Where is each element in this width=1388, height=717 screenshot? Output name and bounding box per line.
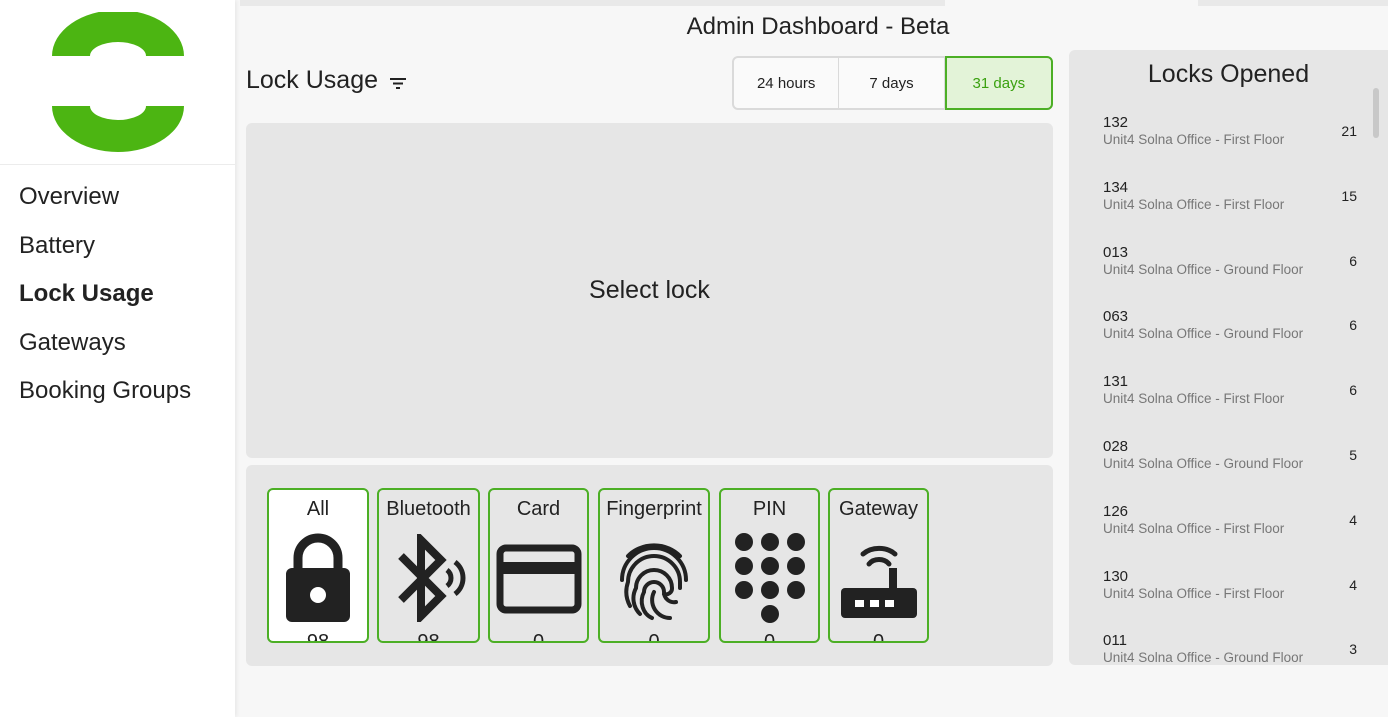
router-icon	[840, 545, 917, 618]
lock-open-count: 3	[1349, 641, 1357, 658]
fingerprint-icon	[620, 543, 688, 620]
list-item[interactable]: 134 Unit4 Solna Office - First Floor 15	[1069, 179, 1388, 245]
lock-location: Unit4 Solna Office - First Floor	[1103, 391, 1285, 407]
method-count: 98	[417, 631, 440, 643]
method-label: All	[306, 498, 330, 520]
method-count: 0	[532, 631, 545, 643]
method-card-all[interactable]: All 98	[267, 488, 369, 643]
section-title: Lock Usage	[246, 66, 379, 94]
method-card-gateway[interactable]: Gateway 0	[828, 488, 929, 643]
method-card-fingerprint[interactable]: Fingerprint 0	[598, 488, 710, 643]
lock-id: 130	[1103, 567, 1129, 585]
method-label: Gateway	[839, 498, 918, 520]
method-count: 98	[306, 631, 330, 643]
locks-opened-list: 132 Unit4 Solna Office - First Floor 21 …	[1069, 115, 1388, 666]
page-title: Admin Dashboard - Beta	[686, 13, 950, 40]
sidebar-item-battery[interactable]: Battery	[0, 226, 235, 275]
method-label: Card	[516, 498, 561, 520]
lock-location: Unit4 Solna Office - Ground Floor	[1103, 650, 1304, 665]
lock-open-count: 4	[1349, 576, 1357, 593]
card-icon	[496, 544, 581, 614]
filter-icon[interactable]	[388, 71, 408, 91]
logo	[0, 0, 235, 165]
lock-location: Unit4 Solna Office - Ground Floor	[1103, 455, 1304, 471]
lock-open-count: 5	[1349, 446, 1357, 463]
lock-open-count: 6	[1349, 317, 1357, 334]
list-item[interactable]: 013 Unit4 Solna Office - Ground Floor 6	[1069, 243, 1388, 310]
lock-id: 131	[1103, 373, 1129, 391]
lock-open-count: 6	[1349, 252, 1357, 269]
brand-logo-icon	[51, 12, 184, 152]
lock-id: 013	[1103, 243, 1129, 261]
unlock-method-panel: All 98 Bluetooth 98 Card 0 Fingerprint 0…	[246, 465, 1053, 666]
lock-id: 063	[1103, 308, 1129, 326]
range-24-hours-button[interactable]: 24 hours	[734, 58, 840, 108]
list-item[interactable]: 011 Unit4 Solna Office - Ground Floor 3	[1069, 633, 1388, 665]
top-strip-right	[1198, 0, 1388, 6]
sidebar-nav: Overview Battery Lock Usage Gateways Boo…	[0, 165, 235, 420]
method-count: 0	[648, 631, 660, 643]
lock-id: 028	[1103, 437, 1129, 455]
sidebar-item-lock-usage[interactable]: Lock Usage	[0, 274, 235, 323]
list-item[interactable]: 130 Unit4 Solna Office - First Floor 4	[1069, 567, 1388, 634]
locks-list-scrollbar[interactable]	[1373, 88, 1379, 138]
bluetooth-icon	[397, 534, 465, 622]
lock-open-count: 4	[1349, 511, 1357, 528]
method-card-bluetooth[interactable]: Bluetooth 98	[377, 488, 480, 643]
list-item[interactable]: 126 Unit4 Solna Office - First Floor 4	[1069, 502, 1388, 569]
lock-location: Unit4 Solna Office - First Floor	[1103, 585, 1285, 601]
method-card-pin[interactable]: PIN 0	[719, 488, 820, 643]
lock-icon	[286, 533, 350, 622]
pin-keypad-icon	[734, 533, 805, 623]
select-lock-placeholder: Select lock	[589, 276, 710, 304]
sidebar: Overview Battery Lock Usage Gateways Boo…	[0, 0, 235, 717]
locks-opened-title: Locks Opened	[1147, 60, 1310, 88]
method-card-card[interactable]: Card 0	[488, 488, 589, 643]
sidebar-item-overview[interactable]: Overview	[0, 177, 235, 226]
range-7-days-button[interactable]: 7 days	[839, 58, 945, 108]
list-item[interactable]: 063 Unit4 Solna Office - Ground Floor 6	[1069, 309, 1388, 374]
method-label: Fingerprint	[606, 498, 702, 520]
locks-opened-panel: Locks Opened 132 Unit4 Solna Office - Fi…	[1069, 50, 1388, 665]
lock-open-count: 6	[1349, 382, 1357, 399]
method-count: 0	[763, 631, 776, 643]
lock-usage-panel: Select lock	[246, 123, 1053, 458]
range-31-days-button[interactable]: 31 days	[944, 56, 1053, 110]
lock-id: 011	[1103, 632, 1127, 650]
method-count: 0	[872, 631, 885, 643]
list-item[interactable]: 028 Unit4 Solna Office - Ground Floor 5	[1069, 437, 1388, 504]
lock-location: Unit4 Solna Office - Ground Floor	[1103, 326, 1304, 342]
sidebar-item-gateways[interactable]: Gateways	[0, 323, 235, 372]
lock-id: 126	[1103, 502, 1129, 520]
time-range-selector: 24 hours 7 days 31 days	[732, 56, 1053, 110]
lock-open-count: 15	[1341, 187, 1357, 204]
section-header: Lock Usage	[246, 66, 408, 95]
sidebar-item-booking-groups[interactable]: Booking Groups	[0, 371, 235, 420]
lock-open-count: 21	[1341, 123, 1357, 139]
lock-location: Unit4 Solna Office - Ground Floor	[1103, 261, 1304, 277]
top-strip-left	[240, 0, 945, 6]
lock-location: Unit4 Solna Office - First Floor	[1103, 520, 1285, 536]
method-label: PIN	[752, 498, 787, 520]
list-item[interactable]: 132 Unit4 Solna Office - First Floor 21	[1069, 115, 1388, 180]
method-label: Bluetooth	[386, 498, 471, 520]
list-item[interactable]: 131 Unit4 Solna Office - First Floor 6	[1069, 374, 1388, 439]
